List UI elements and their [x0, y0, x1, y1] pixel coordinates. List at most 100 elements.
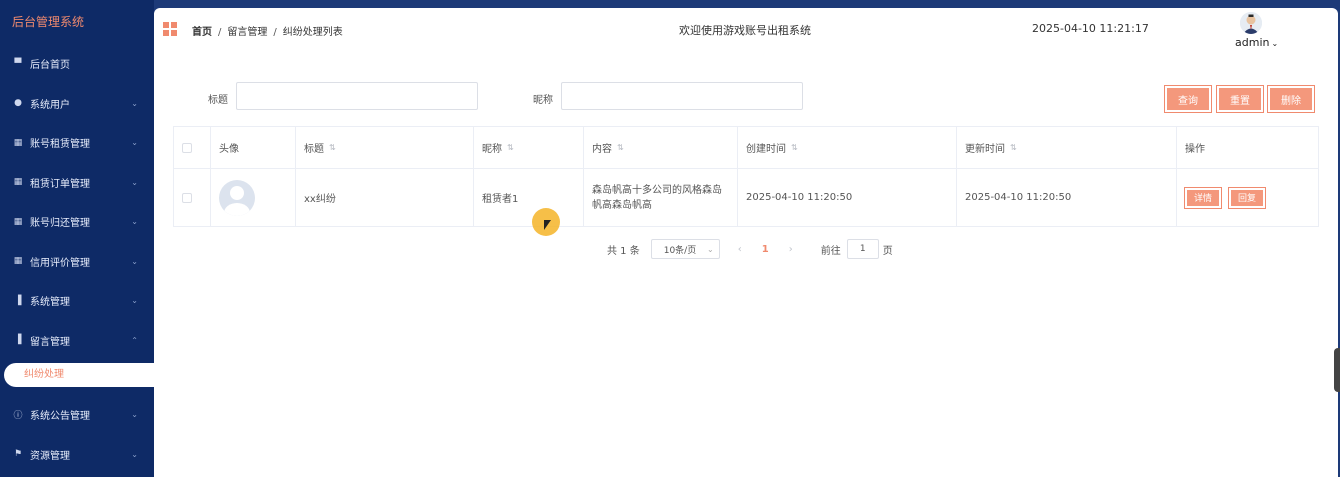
chart-icon: ▦: [13, 177, 23, 188]
chevron-down-icon: ⌄: [1271, 39, 1279, 48]
mouse-cursor-icon: [544, 220, 551, 230]
grid-menu-icon[interactable]: [163, 22, 177, 36]
header-title-label: 标题: [304, 144, 324, 155]
cell-content: 森岛帆高十多公司的风格森岛帆高森岛帆高: [584, 169, 738, 226]
sidebar-item-account-return[interactable]: ▦ 账号归还管理 ⌄: [0, 202, 154, 242]
pagination: 共 1 条 10条/页 ⌄ ‹ 1 › 前往 1 页: [607, 239, 893, 259]
chevron-up-icon: ⌃: [131, 335, 138, 345]
page-number-current[interactable]: 1: [762, 244, 769, 255]
title-label: 标题: [208, 95, 228, 106]
sidebar-item-label: 租赁订单管理: [30, 178, 90, 190]
header-content-label: 内容: [592, 144, 612, 155]
sidebar-item-label: 系统用户: [30, 99, 70, 111]
sidebar-item-label: 账号归还管理: [30, 218, 90, 230]
sort-icon[interactable]: ⇅: [329, 143, 336, 152]
sidebar-item-home[interactable]: ▀ 后台首页: [0, 44, 154, 84]
user-menu[interactable]: admin ⌄: [1235, 36, 1278, 49]
user-icon: ●: [14, 98, 22, 109]
sidebar-item-label: 系统公告管理: [30, 411, 90, 423]
header-nickname-label: 昵称: [482, 144, 502, 155]
sidebar-item-message-management[interactable]: ▐ 留言管理 ⌃: [0, 321, 154, 361]
avatar-cell: [211, 169, 296, 226]
scroll-handle[interactable]: [1334, 348, 1340, 392]
sidebar-item-resources[interactable]: ⚑ 资源管理 ⌄: [0, 435, 154, 475]
table-header-row: 头像 标题 ⇅ 昵称 ⇅ 内容 ⇅ 创建时间 ⇅ 更新时间 ⇅ 操作: [174, 127, 1318, 169]
sort-icon[interactable]: ⇅: [791, 143, 798, 152]
header: 首页 / 留言管理 / 纠纷处理列表 欢迎使用游戏账号出租系统 2025-04-10 1…: [154, 8, 1338, 54]
sidebar-item-label: 留言管理: [30, 336, 70, 348]
avatar[interactable]: [1240, 12, 1262, 34]
sidebar-item-system-users[interactable]: ● 系统用户 ⌄: [0, 84, 154, 124]
chart-icon: ▦: [13, 137, 23, 148]
header-created-label: 创建时间: [746, 144, 786, 155]
detail-button[interactable]: 详情: [1183, 186, 1223, 209]
chevron-down-icon: ⌄: [131, 410, 138, 420]
sidebar-item-label: 系统管理: [30, 297, 70, 309]
chevron-down-icon: ⌄: [131, 217, 138, 227]
header-created[interactable]: 创建时间 ⇅: [738, 127, 957, 168]
breadcrumb-current: 纠纷处理列表: [282, 27, 343, 38]
chevron-down-icon: ⌄: [131, 449, 138, 459]
nickname-input[interactable]: [561, 82, 803, 110]
bar-chart-icon: ▐: [14, 335, 22, 346]
header-updated-label: 更新时间: [965, 144, 1005, 155]
sidebar-item-credit-rating[interactable]: ▦ 信用评价管理 ⌄: [0, 242, 154, 282]
monitor-icon: ▀: [14, 58, 22, 69]
page-size-select[interactable]: 10条/页 ⌄: [650, 239, 720, 259]
sort-icon[interactable]: ⇅: [1010, 143, 1017, 152]
nickname-label: 昵称: [533, 95, 553, 106]
sidebar-item-label: 资源管理: [30, 450, 70, 462]
page-size-value: 10条/页: [663, 245, 697, 256]
header-title[interactable]: 标题 ⇅: [296, 127, 474, 168]
sort-icon[interactable]: ⇅: [507, 143, 514, 152]
dispute-table: 头像 标题 ⇅ 昵称 ⇅ 内容 ⇅ 创建时间 ⇅ 更新时间 ⇅ 操作 xx纠纷 租赁者1 …: [173, 126, 1319, 227]
datetime: 2025-04-10 11:21:17: [1032, 22, 1149, 35]
header-updated[interactable]: 更新时间 ⇅: [957, 127, 1177, 168]
breadcrumb-message[interactable]: 留言管理: [227, 27, 267, 38]
sidebar-item-label: 账号租赁管理: [30, 139, 90, 151]
title-input[interactable]: [236, 82, 478, 110]
header-content[interactable]: 内容 ⇅: [584, 127, 738, 168]
cell-created: 2025-04-10 11:20:50: [738, 169, 957, 226]
cell-title: xx纠纷: [296, 169, 474, 226]
reset-button[interactable]: 重置: [1216, 85, 1264, 113]
username: admin: [1235, 36, 1270, 49]
chevron-down-icon: ⌄: [131, 177, 138, 187]
welcome-text: 欢迎使用游戏账号出租系统: [679, 24, 811, 37]
header-actions: 操作: [1185, 144, 1205, 155]
page-unit-label: 页: [882, 245, 893, 257]
breadcrumb-home[interactable]: 首页: [192, 27, 212, 38]
flag-icon: ⚑: [13, 449, 23, 460]
sidebar-item-label: 后台首页: [30, 60, 70, 72]
goto-page-input[interactable]: 1: [846, 239, 879, 259]
next-page-button[interactable]: ›: [789, 244, 793, 255]
search-bar: 标题 昵称 查询 重置 删除: [154, 82, 1338, 113]
sidebar-item-announcements[interactable]: ⓘ 系统公告管理 ⌄: [0, 395, 154, 435]
chart-icon: ▦: [13, 216, 23, 227]
cell-actions: 详情 回复: [1177, 169, 1318, 226]
sidebar-item-system-management[interactable]: ▐ 系统管理 ⌄: [0, 281, 154, 321]
goto-label: 前往: [820, 245, 841, 257]
sidebar: 后台管理系统 ▀ 后台首页 ● 系统用户 ⌄ ▦ 账号租赁管理 ⌄ ▦ 租赁订单…: [0, 0, 154, 477]
breadcrumb: 首页 / 留言管理 / 纠纷处理列表: [192, 27, 343, 38]
delete-button[interactable]: 删除: [1267, 85, 1315, 113]
sort-icon[interactable]: ⇅: [617, 143, 624, 152]
sidebar-subitem-dispute[interactable]: 纠纷处理: [4, 363, 154, 387]
select-all-cell: [174, 127, 211, 168]
table-row: xx纠纷 租赁者1 森岛帆高十多公司的风格森岛帆高森岛帆高 2025-04-10…: [174, 169, 1318, 226]
row-checkbox[interactable]: [182, 192, 192, 203]
cell-updated: 2025-04-10 11:20:50: [957, 169, 1177, 226]
select-all-checkbox[interactable]: [182, 142, 192, 153]
avatar-placeholder-icon: [219, 179, 255, 216]
header-avatar: 头像: [211, 127, 296, 168]
reply-button[interactable]: 回复: [1228, 186, 1267, 209]
main-panel: 首页 / 留言管理 / 纠纷处理列表 欢迎使用游戏账号出租系统 2025-04-10 1…: [154, 8, 1338, 477]
header-nickname[interactable]: 昵称 ⇅: [474, 127, 584, 168]
query-button[interactable]: 查询: [1164, 85, 1212, 113]
prev-page-button[interactable]: ‹: [738, 244, 742, 255]
sidebar-item-rental-orders[interactable]: ▦ 租赁订单管理 ⌄: [0, 163, 154, 203]
chevron-down-icon: ⌄: [131, 98, 138, 108]
info-icon: ⓘ: [13, 411, 23, 422]
sidebar-item-account-rental[interactable]: ▦ 账号租赁管理 ⌄: [0, 123, 154, 163]
select-cell: [174, 169, 211, 226]
